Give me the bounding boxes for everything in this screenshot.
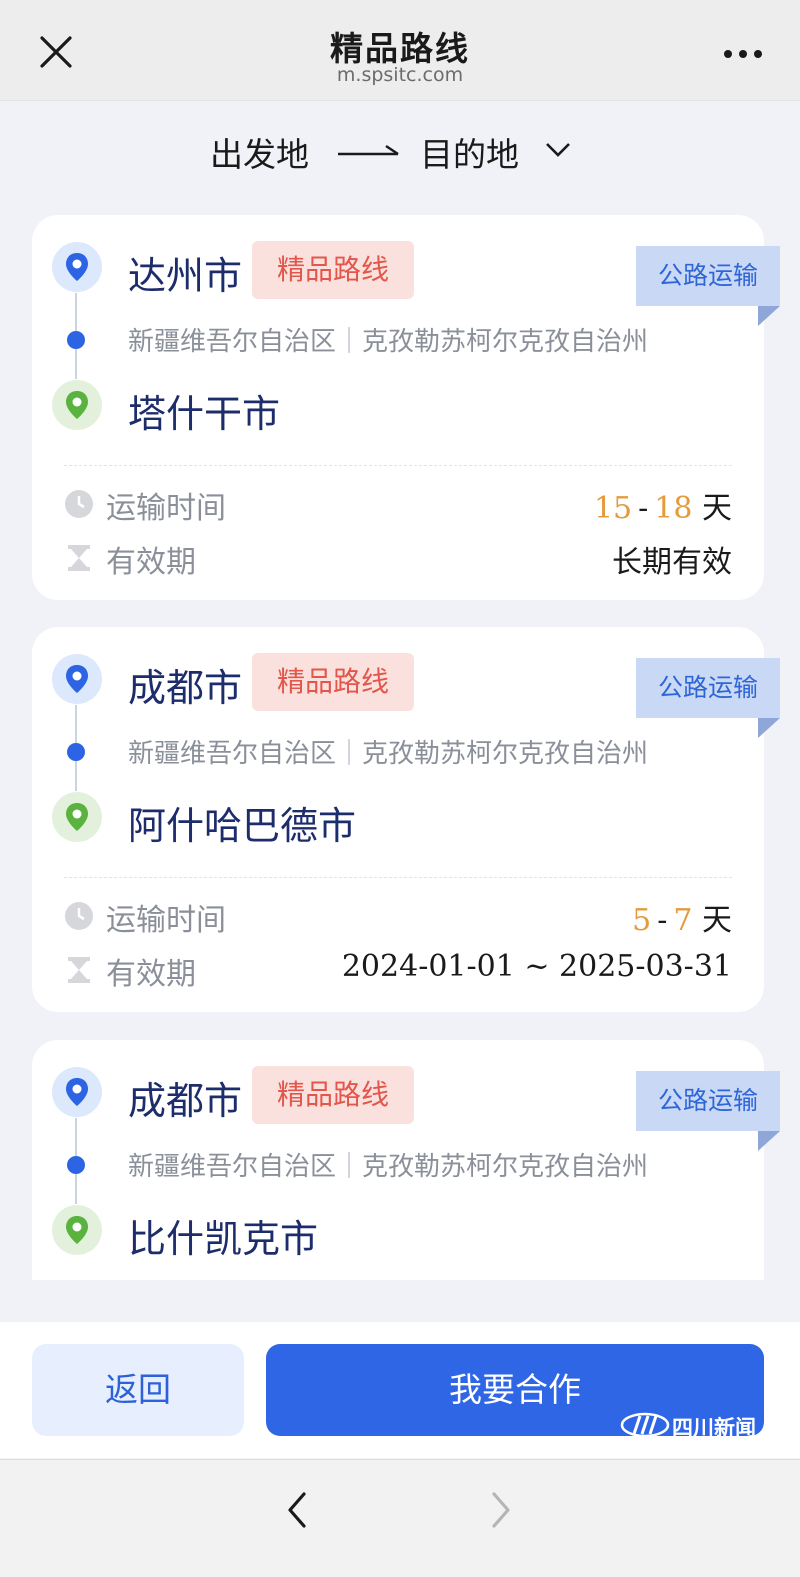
chevron-down-icon[interactable] [544, 137, 572, 161]
divider [64, 465, 732, 466]
watermark-logo-icon [620, 1412, 670, 1438]
hourglass-icon [68, 957, 90, 983]
premium-route-badge: 精品路线 [252, 653, 414, 711]
transit-time-max: 18 [654, 491, 693, 526]
clock-icon [65, 902, 93, 930]
watermark: 四川新闻 [620, 1410, 770, 1440]
validity-label: 有效期 [106, 545, 196, 580]
transit-time-row: 运输时间 15-18 天 [64, 483, 732, 526]
separator [348, 1152, 351, 1178]
destination-city: 比什凯克市 [128, 1217, 319, 1261]
transport-type-badge: 公路运输 [636, 1071, 780, 1131]
route-waypoint-dot [67, 1156, 85, 1174]
validity-label: 有效期 [106, 957, 196, 992]
origin-city: 达州市 [128, 254, 243, 298]
arrow-right-icon [338, 144, 399, 156]
transit-time-unit: 天 [702, 903, 732, 938]
route-selector: 出发地 目的地 [0, 100, 800, 210]
destination-pin-icon [52, 380, 102, 430]
watermark-text: 四川新闻 [672, 1416, 756, 1440]
waypoint-prefecture: 克孜勒苏柯尔克孜自治州 [362, 327, 649, 357]
top-bar: 精品路线 m.spsitc.com [0, 0, 800, 101]
route-card[interactable]: 成都市 精品路线 公路运输 新疆维吾尔自治区 克孜勒苏柯尔克孜自治州 阿什哈巴德市… [32, 627, 780, 1012]
origin-city: 成都市 [128, 666, 243, 710]
ribbon-fold [758, 306, 780, 326]
transport-type-badge: 公路运输 [636, 246, 780, 306]
route-waypoint-dot [67, 331, 85, 349]
page-domain: m.spsitc.com [336, 64, 464, 86]
destination-selector[interactable]: 目的地 [420, 128, 519, 176]
transport-type-badge: 公路运输 [636, 658, 780, 718]
chevron-left-icon[interactable] [280, 1490, 314, 1530]
chevron-right-icon[interactable] [484, 1490, 518, 1530]
destination-city: 塔什干市 [128, 392, 281, 436]
waypoint-province: 新疆维吾尔自治区 [128, 327, 337, 357]
page-title: 精品路线 [330, 29, 470, 68]
validity-value: 2024-01-01 ~ 2025-03-31 [341, 949, 732, 984]
destination-pin-icon [52, 1205, 102, 1255]
origin-pin-icon [52, 654, 102, 704]
origin-selector[interactable]: 出发地 [210, 128, 309, 176]
waypoint-province: 新疆维吾尔自治区 [128, 739, 337, 769]
separator [348, 739, 351, 765]
transit-time-value: 15-18 天 [593, 491, 732, 526]
waypoint-region: 新疆维吾尔自治区 克孜勒苏柯尔克孜自治州 [128, 733, 648, 770]
browser-nav-bar [0, 1459, 800, 1577]
route-card[interactable]: 达州市 精品路线 公路运输 新疆维吾尔自治区 克孜勒苏柯尔克孜自治州 塔什干市 运… [32, 215, 780, 600]
divider [64, 877, 732, 878]
validity-row: 有效期 2024-01-01 ~ 2025-03-31 [64, 949, 732, 992]
waypoint-region: 新疆维吾尔自治区 克孜勒苏柯尔克孜自治州 [128, 1146, 648, 1183]
premium-route-badge: 精品路线 [252, 1066, 414, 1124]
destination-pin-icon [52, 792, 102, 842]
clock-icon [65, 490, 93, 518]
route-waypoint-dot [67, 743, 85, 761]
validity-row: 有效期 长期有效 [64, 537, 732, 580]
transit-time-label: 运输时间 [106, 903, 226, 938]
transit-time-min: 5 [632, 903, 652, 938]
validity-value: 长期有效 [612, 545, 732, 580]
transit-time-label: 运输时间 [106, 491, 226, 526]
destination-city: 阿什哈巴德市 [128, 804, 357, 848]
back-button[interactable]: 返回 [32, 1344, 244, 1436]
transit-time-unit: 天 [702, 491, 732, 526]
origin-pin-icon [52, 1067, 102, 1117]
more-icon[interactable] [722, 40, 764, 64]
waypoint-province: 新疆维吾尔自治区 [128, 1152, 337, 1182]
transit-time-value: 5-7 天 [632, 903, 732, 938]
ribbon-fold [758, 718, 780, 738]
route-card[interactable]: 成都市 精品路线 公路运输 新疆维吾尔自治区 克孜勒苏柯尔克孜自治州 比什凯克市 [32, 1040, 780, 1280]
hourglass-icon [68, 545, 90, 571]
origin-pin-icon [52, 242, 102, 292]
premium-route-badge: 精品路线 [252, 241, 414, 299]
action-bar: 返回 我要合作 四川新闻 [0, 1322, 800, 1458]
transit-time-max: 7 [673, 903, 693, 938]
waypoint-prefecture: 克孜勒苏柯尔克孜自治州 [362, 739, 649, 769]
separator [348, 327, 351, 353]
transit-time-row: 运输时间 5-7 天 [64, 895, 732, 938]
waypoint-region: 新疆维吾尔自治区 克孜勒苏柯尔克孜自治州 [128, 321, 648, 358]
origin-city: 成都市 [128, 1079, 243, 1123]
transit-time-min: 15 [593, 491, 633, 526]
waypoint-prefecture: 克孜勒苏柯尔克孜自治州 [362, 1152, 649, 1182]
ribbon-fold [758, 1131, 780, 1151]
